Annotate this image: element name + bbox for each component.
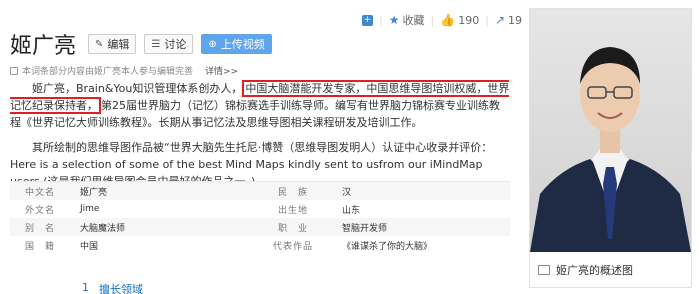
info-row: 国 籍 中国 代表作品 《谁谋杀了你的大脑》 <box>10 236 510 254</box>
like-button[interactable]: 👍 190 <box>440 13 479 27</box>
edit-note: 本词条部分内容由姬广亮本人参与编辑完善 详情>> <box>10 64 238 77</box>
upload-video-button[interactable]: ⊕ 上传视频 <box>201 34 272 54</box>
top-actions: + | ★ 收藏 | 👍 190 | ↗ 19 <box>362 12 522 28</box>
collect-button[interactable]: ★ 收藏 <box>389 12 425 28</box>
title-row: 姬广亮 ✎ 编辑 ☰ 讨论 ⊕ 上传视频 <box>10 28 272 60</box>
info-key: 别 名 <box>24 223 55 234</box>
info-value: 姬广亮 <box>80 187 108 198</box>
section-heading[interactable]: 1 擅长领域 <box>82 281 143 294</box>
info-value: 中国 <box>80 241 99 252</box>
discuss-button[interactable]: ☰ 讨论 <box>144 34 194 54</box>
section-title: 擅长领域 <box>99 283 143 294</box>
info-key: 职 业 <box>277 223 308 234</box>
share-button[interactable]: ↗ 19 <box>495 13 522 27</box>
thumbs-up-icon: 👍 <box>440 13 456 27</box>
info-key: 民 族 <box>277 187 308 198</box>
edit-button[interactable]: ✎ 编辑 <box>88 34 137 54</box>
info-key: 出生地 <box>277 205 308 216</box>
info-key: 外文名 <box>24 205 55 216</box>
portrait-illustration <box>530 47 691 252</box>
collect-label: 收藏 <box>402 14 425 27</box>
image-icon <box>538 264 550 275</box>
portrait-photo[interactable] <box>530 9 691 252</box>
upload-video-label: 上传视频 <box>220 38 265 51</box>
image-caption[interactable]: 姬广亮的概述图 <box>530 252 691 287</box>
edit-label: 编辑 <box>107 38 130 51</box>
share-icon: ↗ <box>494 13 505 27</box>
details-link[interactable]: 详情>> <box>205 64 238 77</box>
info-value: 大脑魔法师 <box>80 223 126 234</box>
lock-icon <box>10 66 18 75</box>
pencil-icon: ✎ <box>95 38 104 50</box>
add-icon[interactable]: + <box>362 14 374 26</box>
info-value: 汉 <box>342 187 352 198</box>
info-key: 代表作品 <box>272 241 313 252</box>
chat-icon: ☰ <box>151 38 161 50</box>
note-text: 本词条部分内容由姬广亮本人参与编辑完善 <box>22 67 194 77</box>
info-value: 《谁谋杀了你的大脑》 <box>342 241 433 252</box>
info-key: 中文名 <box>24 187 55 198</box>
info-value: 山东 <box>342 205 361 216</box>
para1-text-a: 姬广亮，Brain&You知识管理体系创办人， <box>32 82 243 95</box>
share-count: 19 <box>508 13 522 27</box>
like-count: 190 <box>458 13 480 27</box>
discuss-label: 讨论 <box>164 38 187 51</box>
summary-paragraph-1: 姬广亮，Brain&You知识管理体系创办人， 中国大脑潜能开发专家，中国思维导图… <box>10 80 510 131</box>
page-title: 姬广亮 <box>10 34 77 59</box>
info-row: 中文名 姬广亮 民 族 汉 <box>10 182 510 200</box>
basic-info-table: 中文名 姬广亮 民 族 汉 外文名 Jime 出生地 山东 别 名 大脑魔法师 … <box>10 181 510 254</box>
caption-text: 姬广亮的概述图 <box>556 263 633 277</box>
plus-circle-icon: ⊕ <box>208 38 217 50</box>
summary-image-card[interactable]: 姬广亮的概述图 <box>529 8 692 288</box>
info-row: 别 名 大脑魔法师 职 业 智脑开发师 <box>10 218 510 236</box>
star-icon: ★ <box>388 13 400 27</box>
info-row: 外文名 Jime 出生地 山东 <box>10 200 510 218</box>
info-value: Jime <box>80 204 100 214</box>
info-value: 智脑开发师 <box>342 223 388 234</box>
section-number: 1 <box>82 281 89 294</box>
info-key: 国 籍 <box>24 241 55 252</box>
